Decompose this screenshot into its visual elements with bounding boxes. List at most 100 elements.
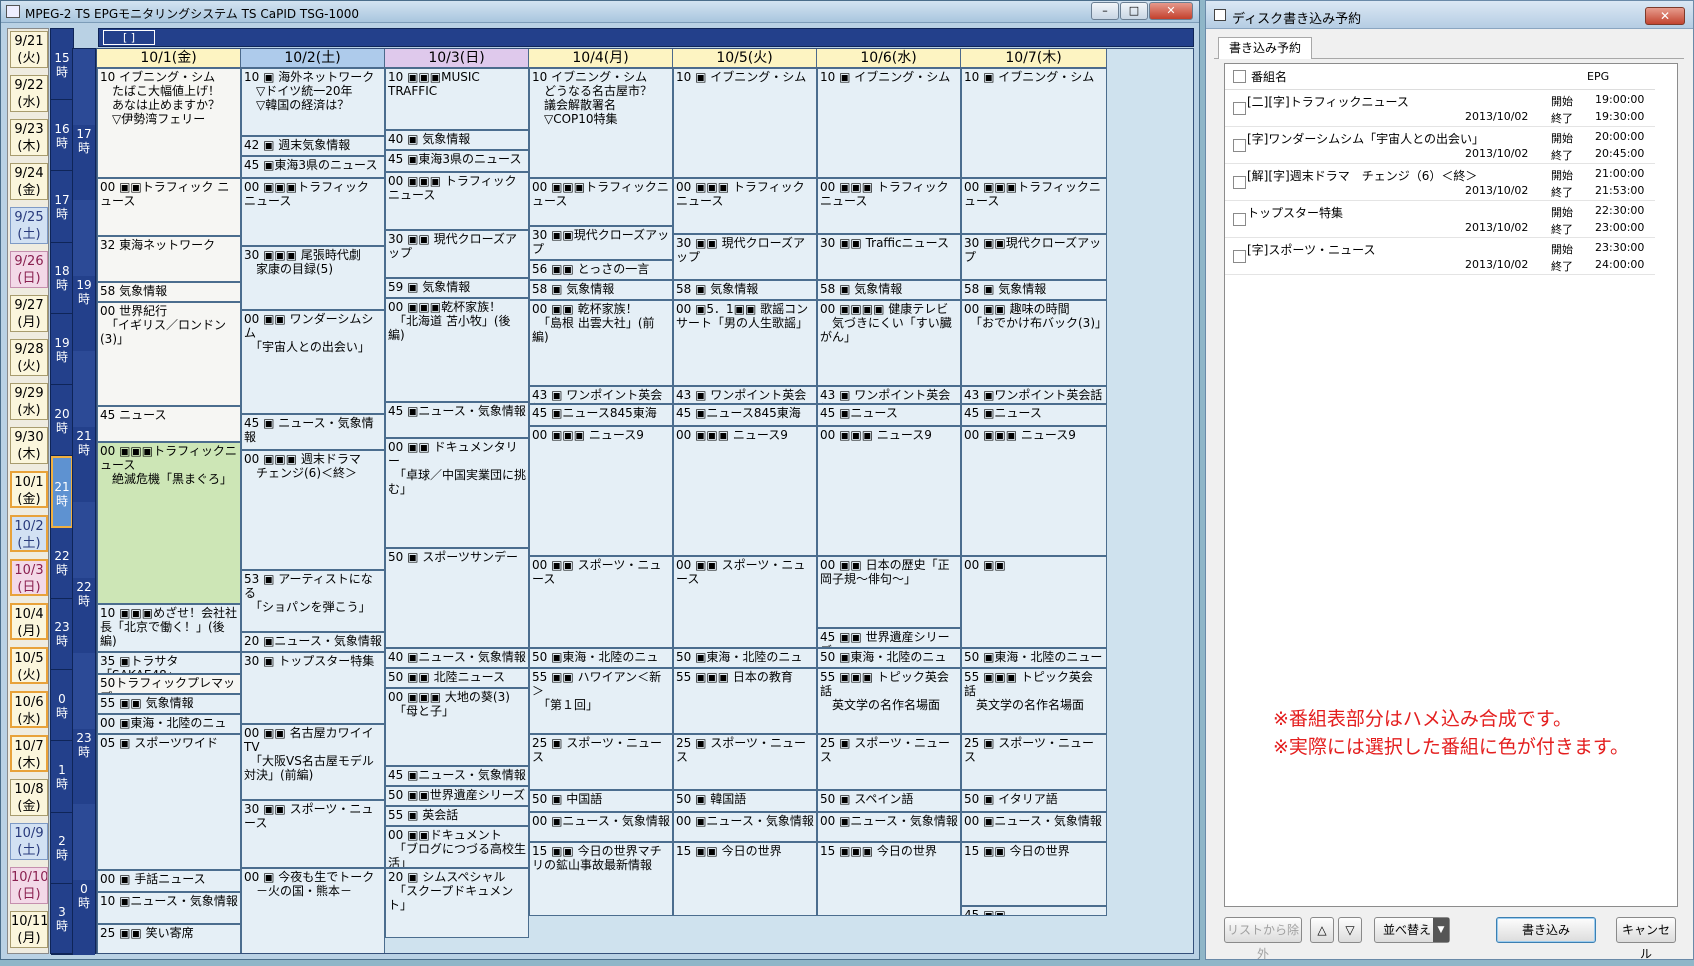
reservation-checkbox[interactable] <box>1233 176 1246 189</box>
date-cell[interactable]: 9/29 (水) <box>10 383 48 420</box>
hour-label[interactable]: 3 時 <box>51 884 73 955</box>
program-cell[interactable]: 58 気象情報 <box>97 282 241 302</box>
program-cell[interactable]: 00 ▣▣ドキュメント 「ブログにつづる高校生活」 <box>385 826 529 868</box>
program-cell[interactable]: 10 ▣▣▣MUSIC TRAFFIC <box>385 68 529 130</box>
program-cell[interactable]: 00 ▣▣▣ ニュース9 <box>817 426 961 556</box>
program-cell[interactable]: 00 ▣5．1▣▣ 歌謡コンサート「男の人生歌謡」 <box>673 300 817 386</box>
date-cell[interactable]: 10/1 (金) <box>10 471 48 508</box>
program-cell[interactable]: 45 ▣東海3県のニュース <box>241 156 385 178</box>
program-cell[interactable]: 30 ▣▣ Trafficニュース <box>817 234 961 280</box>
program-cell[interactable]: 00 ▣ 手話ニュース <box>97 870 241 892</box>
program-cell[interactable]: 00 ▣▣ スポーツ・ニュース <box>529 556 673 648</box>
program-cell[interactable]: 30 ▣▣▣ 尾張時代劇 家康の目録(5) <box>241 246 385 310</box>
program-cell[interactable]: 00 ▣▣▣ 週末ドラマ チェンジ(6)＜終＞ <box>241 450 385 570</box>
hour-label[interactable]: 21 時 <box>51 456 73 528</box>
hour-label[interactable]: 16 時 <box>51 100 73 172</box>
program-cell[interactable]: 40 ▣ 気象情報 <box>385 130 529 150</box>
program-cell[interactable]: 00 ▣▣▣トラフィックニュース 絶滅危機「黒まぐろ」 <box>97 442 241 604</box>
program-cell[interactable]: 55 ▣▣ 気象情報 <box>97 694 241 714</box>
hour-label[interactable]: 22 時 <box>51 528 73 599</box>
write-button[interactable]: 書き込み <box>1496 917 1596 943</box>
reservation-row[interactable]: [字]スポーツ・ニュース 2013/10/02 開始 終了 23:30:00 24:00:… <box>1225 238 1655 275</box>
hour-label[interactable]: 23 時 <box>51 599 73 671</box>
program-cell[interactable]: 20 ▣ シムスペシャル 「スクープドキュメント」 <box>385 868 529 938</box>
program-cell[interactable]: 00 世界紀行 「イギリス／ロンドン(3)」 <box>97 302 241 406</box>
date-cell[interactable]: 10/11 (月) <box>10 911 48 948</box>
program-cell[interactable]: 43 ▣ ワンポイント英会話 <box>817 386 961 404</box>
date-cell[interactable]: 9/27 (月) <box>10 295 48 332</box>
sort-dropdown[interactable]: 並べ替え ▼ <box>1374 917 1450 943</box>
column-header-date[interactable]: 10/6(水) <box>817 49 961 68</box>
program-cell[interactable]: 42 ▣ 週末気象情報 <box>241 136 385 156</box>
program-cell[interactable]: 25 ▣ スポーツ・ニュース <box>961 734 1107 790</box>
reservation-row[interactable]: [二][字]トラフィックニュース 2013/10/02 開始 終了 19:00:00 19… <box>1225 90 1655 127</box>
program-cell[interactable]: 45 ▣ニュース <box>961 404 1107 426</box>
program-cell[interactable]: 20 ▣ニュース・気象情報 <box>241 632 385 652</box>
hour-label[interactable]: 0 時 <box>51 670 73 742</box>
program-cell[interactable]: 15 ▣▣ 今日の世界 <box>673 842 817 916</box>
program-cell[interactable]: 10 ▣ イブニング・シム <box>817 68 961 178</box>
program-cell[interactable]: 00 ▣ニュース・気象情報 <box>673 812 817 842</box>
reservation-checkbox[interactable] <box>1233 102 1246 115</box>
program-cell[interactable]: 55 ▣▣▣ トピック英会話 英文学の名作名場面 <box>817 668 961 734</box>
program-cell[interactable]: 45 ▣東海3県のニュース <box>385 150 529 172</box>
column-header-date[interactable]: 10/5(火) <box>673 49 817 68</box>
maximize-button[interactable]: □ <box>1120 2 1148 20</box>
program-cell[interactable]: 30 ▣▣ 現代クローズアップ <box>385 230 529 278</box>
hour-label[interactable]: 17 時 <box>51 171 73 243</box>
program-cell[interactable]: 45 ▣▣ 世界遺産シリーズ <box>817 628 961 648</box>
date-cell[interactable]: 10/6 (水) <box>10 691 48 728</box>
program-cell[interactable]: 00 ▣ニュース・気象情報 <box>961 812 1107 842</box>
reservation-row[interactable]: トップスター特集 2013/10/02 開始 終了 22:30:00 23:00:00 <box>1225 201 1655 238</box>
reservation-row[interactable]: [解][字]週末ドラマ チェンジ（6）＜終＞ 2013/10/02 開始 終了 21:0… <box>1225 164 1655 201</box>
remove-from-list-button[interactable]: リストから除外 <box>1224 917 1302 961</box>
program-cell[interactable]: 50 ▣ スペイン語 <box>817 790 961 812</box>
program-cell[interactable]: 30 ▣▣ スポーツ・ニュース <box>241 800 385 868</box>
column-header-date[interactable]: 10/3(日) <box>385 49 529 68</box>
program-cell[interactable]: 32 東海ネットワーク <box>97 236 241 282</box>
cancel-button[interactable]: キャンセル <box>1616 917 1676 961</box>
program-cell[interactable]: 15 ▣▣ 今日の世界マチリの鉱山事故最新情報 <box>529 842 673 916</box>
column-header-date[interactable]: 10/1(金) <box>97 49 241 68</box>
program-cell[interactable]: 58 ▣ 気象情報 <box>817 280 961 300</box>
program-cell[interactable]: 50 ▣ 中国語 <box>529 790 673 812</box>
program-cell[interactable]: 45 ▣ニュース845東海 <box>529 404 673 426</box>
program-cell[interactable]: 00 ▣東海・北陸のニュー <box>97 714 241 734</box>
reservation-checkbox[interactable] <box>1233 250 1246 263</box>
program-cell[interactable]: 50 ▣東海・北陸のニュー <box>529 648 673 668</box>
program-cell[interactable]: 10 ▣ 海外ネットワーク ▽ドイツ統一20年 ▽韓国の経済は？ <box>241 68 385 136</box>
program-cell[interactable]: 00 ▣▣トラフィック ニュース <box>97 178 241 236</box>
program-cell[interactable]: 50 ▣▣世界遺産シリーズ <box>385 786 529 806</box>
program-cell[interactable]: 30 ▣▣現代クローズアップ <box>961 234 1107 280</box>
reservation-row[interactable]: [字]ワンダーシムシム「宇宙人との出会い」 2013/10/02 開始 終了 20:00… <box>1225 127 1655 164</box>
reservation-checkbox[interactable] <box>1233 139 1246 152</box>
column-header-date[interactable]: 10/2(土) <box>241 49 385 68</box>
program-cell[interactable]: 00 ▣▣ 名古屋カワイイTV 「大阪VS名古屋モデル対決」(前編) <box>241 724 385 800</box>
program-cell[interactable]: 15 ▣▣▣ 今日の世界 <box>817 842 961 916</box>
program-cell[interactable]: 00 ▣ニュース・気象情報 <box>529 812 673 842</box>
program-cell[interactable]: 55 ▣▣▣ トピック英会話 英文学の名作名場面 <box>961 668 1107 734</box>
date-cell[interactable]: 10/9 (土) <box>10 823 48 860</box>
program-cell[interactable]: 10 ▣ イブニング・シム <box>673 68 817 178</box>
program-cell[interactable]: 10 イブニング・シム たばこ大幅値上げ！ あなは止めますか？ ▽伊勢湾フェリー <box>97 68 241 178</box>
program-cell[interactable]: 10 ▣▣▣めざせ！会社社長「北京で働く！」(後編) <box>97 604 241 652</box>
select-all-checkbox[interactable] <box>1233 70 1246 83</box>
move-down-button[interactable]: ▽ <box>1338 917 1362 943</box>
date-cell[interactable]: 10/3 (日) <box>10 559 48 596</box>
program-cell[interactable]: 00 ▣▣▣ ニュース9 <box>529 426 673 556</box>
program-cell[interactable]: 00 ▣▣ 趣味の時間 「おでかけ布バック(3)」 <box>961 300 1107 386</box>
program-cell[interactable]: 43 ▣ワンポイント英会話 <box>961 386 1107 404</box>
program-cell[interactable]: 43 ▣ ワンポイント英会話 <box>673 386 817 404</box>
program-cell[interactable]: 25 ▣ スポーツ・ニュース <box>817 734 961 790</box>
program-cell[interactable]: 00 ▣ 今夜も生でトーク －火の国・熊本－ <box>241 868 385 953</box>
program-cell[interactable]: 00 ▣▣ ドキュメンタリー 「卓球／中国実業団に挑む」 <box>385 438 529 548</box>
program-cell[interactable]: 58 ▣ 気象情報 <box>673 280 817 300</box>
program-cell[interactable]: 58 ▣ 気象情報 <box>961 280 1107 300</box>
program-cell[interactable]: 00 ▣▣ スポーツ・ニュース <box>673 556 817 648</box>
hour-label[interactable]: 2 時 <box>51 813 73 884</box>
program-cell[interactable]: 00 ▣▣▣ トラフィックニュース <box>673 178 817 234</box>
program-cell[interactable]: 25 ▣ スポーツ・ニュース <box>529 734 673 790</box>
program-cell[interactable]: 56 ▣▣ とっさの一言 <box>529 260 673 280</box>
program-cell[interactable]: 55 ▣▣ ハワイアン＜新＞ 「第１回」 <box>529 668 673 734</box>
program-cell[interactable]: 45 ニュース <box>97 406 241 442</box>
